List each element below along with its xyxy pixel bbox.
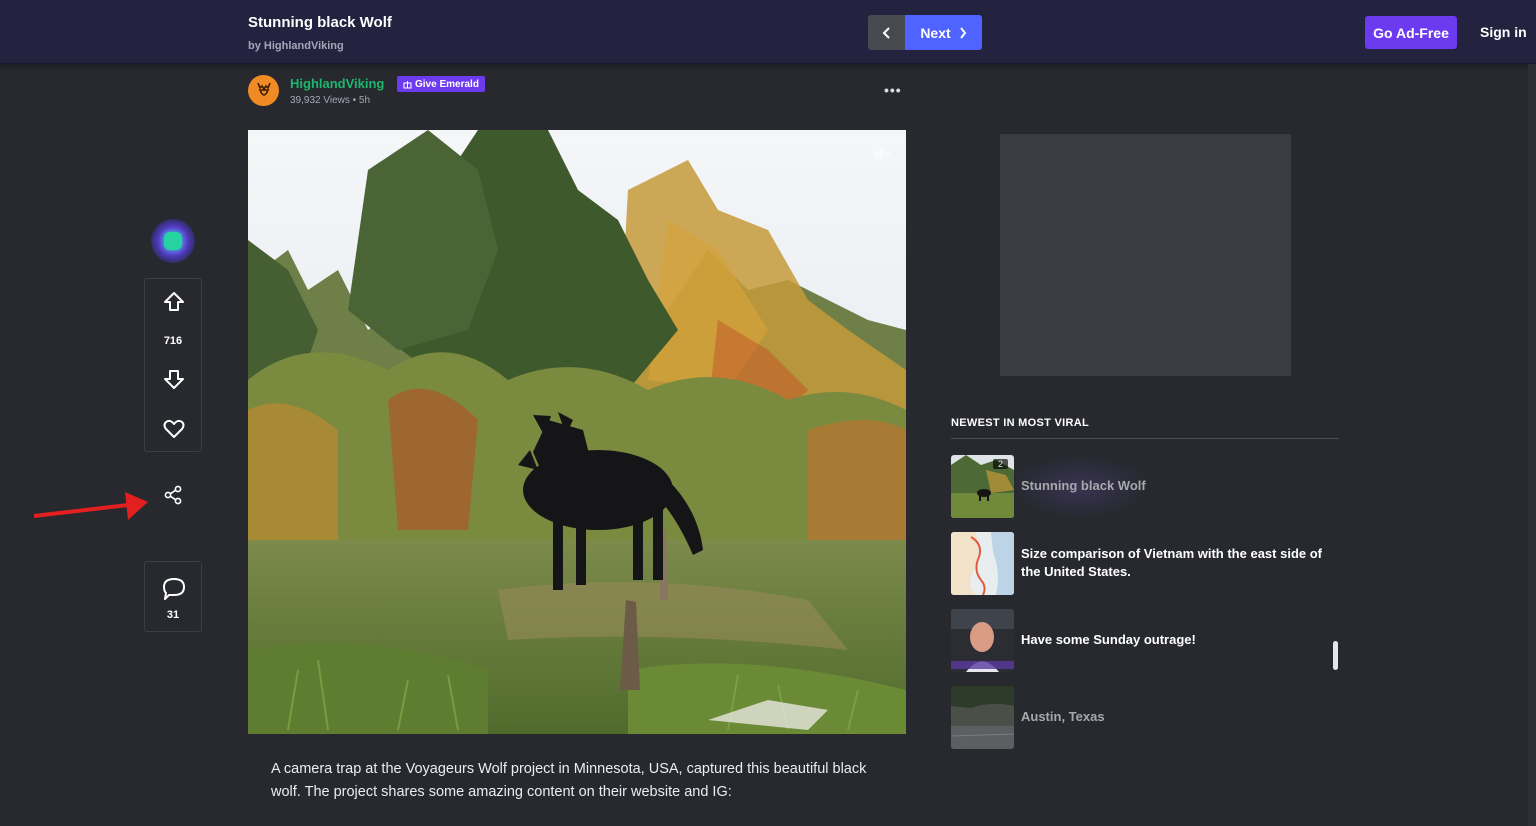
page-scrollbar[interactable] [1528,64,1536,826]
list-scrollbar[interactable] [1333,641,1338,670]
next-button[interactable]: Next [905,15,982,50]
gift-icon [403,80,412,88]
ad-slot [1000,134,1291,376]
downvote-icon[interactable] [162,367,186,391]
viral-item-title: Stunning black Wolf [1021,478,1146,493]
post-meta: 39,932 Views • 5h [290,95,370,106]
comment-count: 31 [166,609,180,621]
sign-in-link[interactable]: Sign in [1480,24,1527,40]
post-age: 5h [358,95,371,106]
viral-item[interactable]: Size comparison of Vietnam with the east… [951,531,1341,595]
post-title: Stunning black Wolf [248,14,392,31]
viral-thumbnail: 2 [951,454,1014,518]
post-byline: by HighlandViking [248,40,344,52]
viral-thumbnail [951,685,1014,749]
comment-icon [163,578,185,600]
viral-item-title: Austin, Texas [1021,709,1105,724]
author-name[interactable]: HighlandViking [290,76,384,91]
emerald-button[interactable] [151,219,195,263]
vote-score: 716 [163,335,183,347]
viral-item[interactable]: 2 Stunning black Wolf [951,454,1341,518]
viral-thumbnail [951,608,1014,672]
street-thumbnail-image [951,685,1014,749]
viral-thumbnail [951,531,1014,595]
sidebar-section-title: NEWEST IN MOST VIRAL [951,417,1339,439]
wolf-photo [248,130,906,734]
annotation-arrow-icon [33,492,148,520]
viral-item-title: Size comparison of Vietnam with the east… [1021,546,1322,579]
share-icon[interactable] [163,485,183,505]
vote-panel: 716 [144,278,202,452]
next-label: Next [920,24,951,41]
top-bar: Stunning black Wolf by HighlandViking Ne… [0,0,1536,64]
previous-button[interactable] [868,15,905,50]
author-avatar[interactable] [248,75,279,106]
give-emerald-button[interactable]: Give Emerald [397,76,485,92]
viral-item-title: Have some Sunday outrage! [1021,632,1196,647]
emerald-icon [164,232,182,250]
album-count-badge: 2 [992,458,1008,469]
view-count: 39,932 Views [290,95,350,106]
give-emerald-label: Give Emerald [415,78,479,90]
more-options-button[interactable]: ••• [884,82,902,98]
mute-icon[interactable] [872,146,892,162]
comments-button[interactable]: 31 [144,561,202,632]
map-thumbnail-image [951,531,1014,595]
viral-item[interactable]: Austin, Texas [951,685,1341,749]
deer-avatar-icon [256,82,271,96]
post-video[interactable] [248,130,906,734]
post-navigation: Next [868,15,982,50]
chevron-left-icon [882,26,890,39]
post-description: A camera trap at the Voyageurs Wolf proj… [271,761,867,800]
viral-item[interactable]: Have some Sunday outrage! [951,608,1341,672]
go-ad-free-button[interactable]: Go Ad-Free [1365,16,1457,49]
upvote-icon[interactable] [162,290,186,314]
heart-icon[interactable] [162,417,186,441]
chevron-right-icon [959,26,966,39]
person-thumbnail-image [951,608,1014,672]
